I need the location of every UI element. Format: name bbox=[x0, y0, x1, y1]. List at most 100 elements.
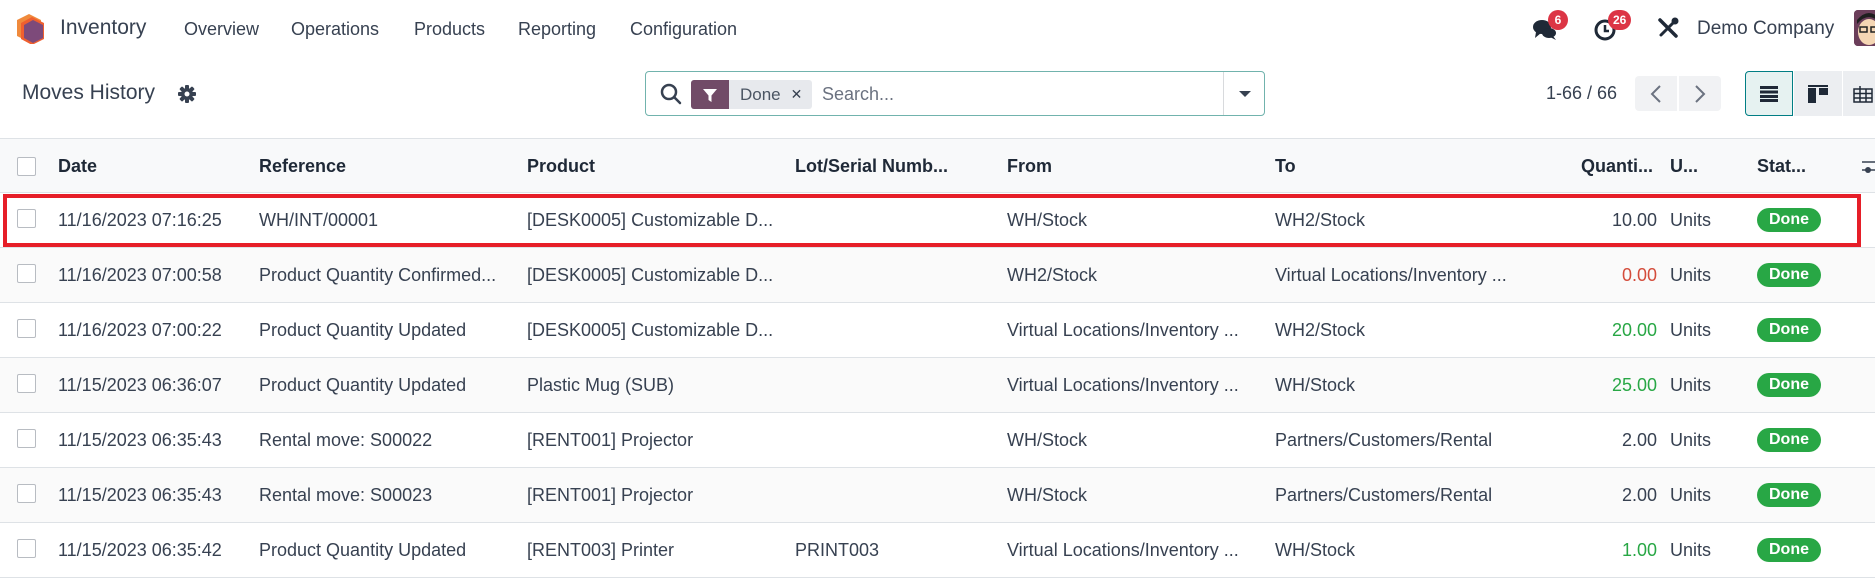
cell-reference: Product Quantity Confirmed... bbox=[259, 265, 497, 285]
cell-quantity: 25.00 bbox=[1611, 375, 1657, 395]
actions-gear-button[interactable] bbox=[178, 85, 196, 103]
search-facet-done: Done ✕ bbox=[691, 80, 813, 109]
column-status[interactable]: Stat... bbox=[1757, 156, 1806, 177]
page-title: Moves History bbox=[22, 81, 156, 104]
table-row[interactable]: 11/15/2023 06:36:07 Product Quantity Upda… bbox=[0, 358, 1875, 413]
cell-quantity: 2.00 bbox=[1621, 430, 1657, 450]
cell-from: WH2/Stock bbox=[1007, 265, 1098, 285]
cell-product: Plastic Mug (SUB) bbox=[527, 375, 675, 395]
cell-reference: Rental move: S00022 bbox=[259, 430, 433, 450]
cell-date: 11/15/2023 06:36:07 bbox=[58, 375, 222, 395]
cell-reference: Product Quantity Updated bbox=[259, 375, 467, 395]
table-row[interactable]: 11/15/2023 06:35:43 Rental move: S00022 [R… bbox=[0, 413, 1875, 468]
cell-product: [DESK0005] Customizable D... bbox=[527, 320, 774, 340]
cell-quantity: 1.00 bbox=[1621, 540, 1657, 560]
select-all-checkbox[interactable] bbox=[17, 157, 36, 176]
facet-remove-button[interactable]: ✕ bbox=[791, 80, 813, 109]
column-lot-serial[interactable]: Lot/Serial Numb... bbox=[795, 156, 948, 177]
row-checkbox[interactable] bbox=[17, 209, 36, 228]
cell-from: WH/Stock bbox=[1007, 430, 1088, 450]
cell-product: [RENT003] Printer bbox=[527, 540, 675, 560]
row-checkbox[interactable] bbox=[17, 539, 36, 558]
cell-date: 11/15/2023 06:35:42 bbox=[58, 540, 222, 560]
cell-date: 11/16/2023 07:00:22 bbox=[58, 320, 222, 340]
pivot-view-icon bbox=[1853, 85, 1873, 103]
column-from[interactable]: From bbox=[1007, 156, 1052, 177]
cell-uom: Units bbox=[1670, 430, 1712, 450]
pager-next-button[interactable] bbox=[1679, 76, 1721, 111]
tools-icon bbox=[1658, 17, 1679, 38]
status-badge: Done bbox=[1757, 263, 1821, 287]
cell-to: WH/Stock bbox=[1275, 540, 1356, 560]
cell-date: 11/15/2023 06:35:43 bbox=[58, 430, 222, 450]
activities-button[interactable]: 26 bbox=[1594, 10, 1632, 42]
row-checkbox[interactable] bbox=[17, 319, 36, 338]
messages-button[interactable]: 6 bbox=[1532, 10, 1568, 42]
cell-uom: Units bbox=[1670, 210, 1712, 230]
menu-overview[interactable]: Overview bbox=[184, 19, 259, 40]
status-badge: Done bbox=[1757, 318, 1821, 342]
sliders-icon bbox=[1862, 161, 1875, 173]
cell-from: WH/Stock bbox=[1007, 485, 1088, 505]
kanban-view-button[interactable] bbox=[1794, 71, 1842, 116]
search-input[interactable] bbox=[822, 80, 1212, 109]
column-uom[interactable]: U... bbox=[1670, 156, 1698, 177]
pager-previous-button[interactable] bbox=[1635, 76, 1677, 111]
menu-operations[interactable]: Operations bbox=[291, 19, 379, 40]
cell-product: [DESK0005] Customizable D... bbox=[527, 265, 774, 285]
cell-from: Virtual Locations/Inventory ... bbox=[1007, 375, 1239, 395]
column-to[interactable]: To bbox=[1275, 156, 1296, 177]
table-row[interactable]: 11/15/2023 06:35:42 Product Quantity Upda… bbox=[0, 523, 1875, 578]
row-checkbox[interactable] bbox=[17, 264, 36, 283]
activities-badge: 26 bbox=[1608, 10, 1632, 30]
column-date[interactable]: Date bbox=[58, 156, 97, 177]
table-row[interactable]: 11/16/2023 07:00:58 Product Quantity Conf… bbox=[0, 248, 1875, 303]
table-row[interactable]: 11/16/2023 07:00:22 Product Quantity Upda… bbox=[0, 303, 1875, 358]
top-navbar: Inventory Overview Operations Products R… bbox=[0, 0, 1875, 58]
menu-products[interactable]: Products bbox=[414, 19, 485, 40]
search-options-toggle[interactable] bbox=[1223, 72, 1264, 115]
company-switcher[interactable]: Demo Company bbox=[1697, 18, 1834, 40]
chevron-right-icon bbox=[1695, 84, 1706, 103]
table-row[interactable]: 11/15/2023 06:35:43 Rental move: S00023 [R… bbox=[0, 468, 1875, 523]
optional-columns-toggle[interactable] bbox=[1862, 158, 1875, 176]
user-avatar[interactable] bbox=[1854, 10, 1875, 46]
menu-configuration[interactable]: Configuration bbox=[630, 19, 737, 40]
list-view-button[interactable] bbox=[1745, 71, 1793, 116]
cell-to: Partners/Customers/Rental bbox=[1275, 485, 1493, 505]
search-icon[interactable] bbox=[660, 83, 682, 105]
kanban-view-icon bbox=[1808, 84, 1828, 103]
status-badge: Done bbox=[1757, 428, 1821, 452]
cell-reference: Product Quantity Updated bbox=[259, 320, 467, 340]
menu-reporting[interactable]: Reporting bbox=[518, 19, 596, 40]
table-body: 11/16/2023 07:16:25 WH/INT/00001 [DESK0005… bbox=[0, 193, 1875, 578]
cell-product: [DESK0005] Customizable D... bbox=[527, 210, 774, 230]
cell-reference: Product Quantity Updated bbox=[259, 540, 467, 560]
cell-uom: Units bbox=[1670, 265, 1712, 285]
pager-value[interactable]: 1-66 / 66 bbox=[1546, 83, 1617, 104]
filter-icon bbox=[691, 80, 729, 109]
column-reference[interactable]: Reference bbox=[259, 156, 346, 177]
facet-label: Done bbox=[740, 85, 781, 104]
row-checkbox[interactable] bbox=[17, 374, 36, 393]
pivot-view-button[interactable] bbox=[1843, 71, 1875, 116]
column-quantity[interactable]: Quanti... bbox=[1581, 156, 1653, 177]
row-checkbox[interactable] bbox=[17, 429, 36, 448]
cell-date: 11/15/2023 06:35:43 bbox=[58, 485, 222, 505]
table-row[interactable]: 11/16/2023 07:16:25 WH/INT/00001 [DESK0005… bbox=[0, 193, 1875, 248]
cell-to: Virtual Locations/Inventory ... bbox=[1275, 265, 1507, 285]
cell-to: WH2/Stock bbox=[1275, 210, 1366, 230]
search-bar: Done ✕ bbox=[645, 71, 1265, 116]
cell-from: Virtual Locations/Inventory ... bbox=[1007, 540, 1239, 560]
cell-to: WH2/Stock bbox=[1275, 320, 1366, 340]
app-name[interactable]: Inventory bbox=[60, 16, 146, 40]
status-badge: Done bbox=[1757, 373, 1821, 397]
column-product[interactable]: Product bbox=[527, 156, 595, 177]
row-checkbox[interactable] bbox=[17, 484, 36, 503]
cell-uom: Units bbox=[1670, 375, 1712, 395]
cell-uom: Units bbox=[1670, 320, 1712, 340]
messages-badge: 6 bbox=[1548, 10, 1568, 30]
inventory-logo-icon[interactable] bbox=[17, 14, 45, 45]
debug-tools-button[interactable] bbox=[1656, 16, 1682, 42]
cell-reference: Rental move: S00023 bbox=[259, 485, 433, 505]
